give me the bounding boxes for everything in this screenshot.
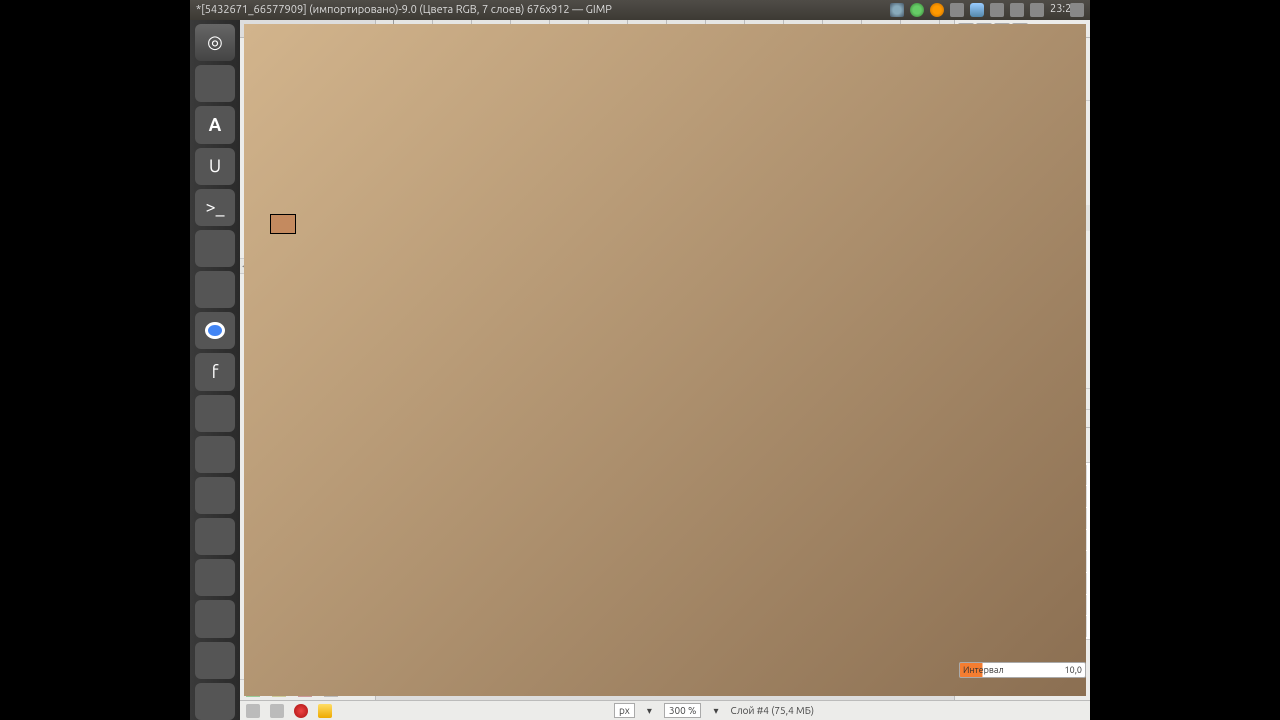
battery-icon[interactable] [1030, 3, 1044, 17]
launcher-blender[interactable] [195, 518, 235, 555]
sound-icon[interactable] [1010, 3, 1024, 17]
foreground-color[interactable] [270, 214, 296, 234]
cloud-icon[interactable] [970, 3, 984, 17]
brush-spacing-value: 10,0 [1065, 665, 1082, 675]
launcher-rainbow[interactable] [195, 683, 235, 720]
layer-thumb[interactable] [974, 259, 996, 281]
status-left-icons [246, 704, 332, 718]
layer-row-6[interactable]: 👁5432671_665779… [955, 257, 1090, 283]
launcher-spiral[interactable] [195, 600, 235, 637]
launcher-teams[interactable] [195, 559, 235, 596]
ubuntu-launcher: ◎ AU >_f [190, 20, 240, 720]
brush-spacing-slider[interactable]: Интервал 10,0 [959, 662, 1086, 678]
status-zoom-select[interactable]: 300 % [664, 703, 702, 718]
launcher-color[interactable] [195, 395, 235, 432]
launcher-chrome[interactable] [195, 312, 235, 349]
launcher-dark[interactable] [195, 642, 235, 679]
status-record-icon[interactable] [294, 704, 308, 718]
launcher-vscode[interactable] [195, 477, 235, 514]
status-zoom-menu-icon[interactable]: ▾ [713, 705, 718, 717]
status-layer-info: Слой #4 (75,4 МБ) [731, 705, 815, 716]
launcher-files[interactable] [195, 65, 235, 102]
launcher-terminal[interactable]: >_ [195, 189, 235, 226]
status-folder-icon[interactable] [318, 704, 332, 718]
bluetooth-icon[interactable] [950, 3, 964, 17]
launcher-facebook[interactable]: f [195, 353, 235, 390]
window-title: *[5432671_66577909] (импортировано)-9.0 … [196, 4, 884, 16]
system-menubar: *[5432671_66577909] (импортировано)-9.0 … [190, 0, 1090, 20]
launcher-green[interactable] [195, 230, 235, 267]
session-icon[interactable] [1070, 3, 1084, 17]
launcher-dash[interactable]: ◎ [195, 24, 235, 61]
gimp-workspace: A ⤡ Плоская заливка Режим: Обычный Непро… [240, 20, 1090, 700]
update-icon[interactable] [930, 3, 944, 17]
mail-icon[interactable] [890, 3, 904, 17]
right-dock: Режим: Осветление Непрозрачность 100,0 Б… [954, 20, 1090, 700]
clock[interactable]: 23:27 [1050, 3, 1064, 17]
shield-icon[interactable] [910, 3, 924, 17]
status-icon-2[interactable] [270, 704, 284, 718]
layers-list: 👁Копия Слой👁Слой👁Слой #1👁Слой #2👁Слой #4… [955, 100, 1090, 389]
brush-spacing-label: Интервал [963, 665, 1004, 675]
status-bar: px ▾ 300 % ▾ Слой #4 (75,4 МБ) [240, 700, 1090, 720]
launcher-usoft[interactable]: U [195, 148, 235, 185]
status-icon-1[interactable] [246, 704, 260, 718]
status-unit-select[interactable]: px [614, 703, 635, 718]
network-icon[interactable] [990, 3, 1004, 17]
system-tray: 23:27 [890, 3, 1084, 17]
status-unit-menu-icon[interactable]: ▾ [647, 705, 652, 717]
launcher-amazon[interactable]: A [195, 106, 235, 143]
launcher-yellow[interactable] [195, 271, 235, 308]
launcher-cloud[interactable] [195, 436, 235, 473]
